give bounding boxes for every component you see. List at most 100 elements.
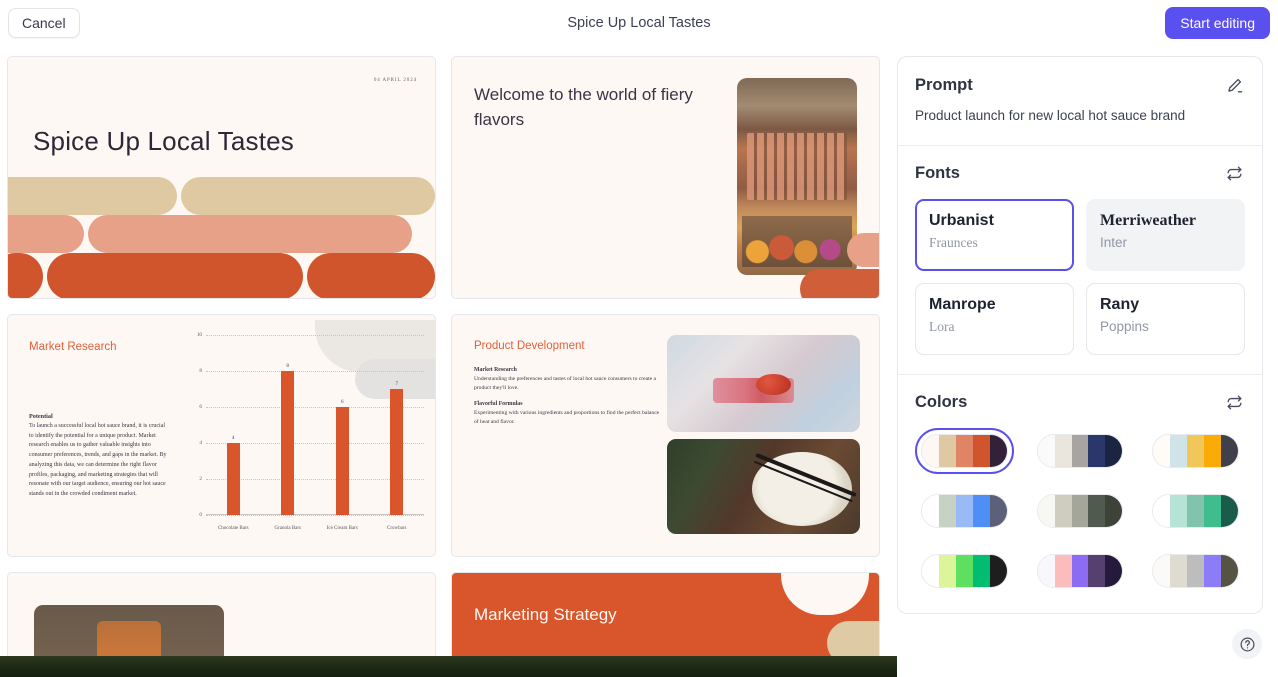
- chart-bar-column: 7: [370, 335, 425, 515]
- swatch: [1221, 494, 1238, 527]
- swatch: [1071, 554, 1089, 587]
- font-option-rany[interactable]: Rany Poppins: [1086, 282, 1245, 355]
- color-palette-option-2[interactable]: [1031, 428, 1130, 474]
- swatch: [972, 494, 990, 527]
- color-palette-grid[interactable]: [915, 427, 1245, 594]
- chart-bar: [390, 389, 404, 515]
- colors-section: Colors: [898, 375, 1262, 613]
- prompt-section: Prompt Product launch for new local hot …: [898, 57, 1262, 146]
- slide-thumbnail-product-development[interactable]: Product Development Market Research Unde…: [451, 314, 880, 557]
- color-palette-option-9[interactable]: [1146, 548, 1245, 594]
- settings-panel: Prompt Product launch for new local hot …: [897, 56, 1263, 614]
- y-axis-tick: 10: [196, 332, 202, 338]
- noodle-bowl-photo: [667, 439, 860, 534]
- color-palette-option-7[interactable]: [915, 548, 1014, 594]
- color-palette-option-4[interactable]: [915, 488, 1014, 534]
- help-icon[interactable]: [1232, 629, 1262, 659]
- decor-pill-terracotta: [800, 269, 879, 298]
- y-axis-tick: 4: [199, 440, 202, 446]
- font-secondary-name: Poppins: [1100, 318, 1149, 334]
- slide-thumbnail-welcome[interactable]: Welcome to the world of fiery flavors: [451, 56, 880, 299]
- palette-swatches: [1152, 553, 1239, 588]
- color-palette-option-3[interactable]: [1146, 428, 1245, 474]
- palette-swatches: [921, 493, 1008, 528]
- swatch: [1105, 494, 1123, 527]
- block-heading: Flavorful Formulas: [474, 401, 523, 407]
- font-option-manrope[interactable]: Manrope Lora: [915, 282, 1074, 355]
- font-option-urbanist[interactable]: Urbanist Fraunces: [915, 198, 1074, 271]
- swatch: [1153, 434, 1171, 467]
- block-text: Experimenting with various ingredients a…: [474, 410, 660, 425]
- slide-title: Spice Up Local Tastes: [33, 126, 294, 156]
- swatch: [1221, 554, 1238, 587]
- slide-thumbnail-title[interactable]: 04 APRIL 2024 Spice Up Local Tastes: [7, 56, 436, 299]
- font-secondary-name: Lora: [929, 318, 955, 334]
- x-axis-label: Chocolate Bars: [217, 526, 249, 531]
- y-axis-tick: 0: [199, 512, 202, 518]
- bar-value-label: 7: [395, 381, 399, 387]
- swatch: [1088, 494, 1106, 527]
- cancel-button[interactable]: Cancel: [8, 7, 80, 38]
- font-primary-name: Manrope: [929, 295, 996, 313]
- font-option-merriweather[interactable]: Merriweather Inter: [1086, 198, 1245, 271]
- font-secondary-name: Fraunces: [929, 234, 978, 250]
- kitchen-prep-photo: [667, 335, 860, 432]
- slide-thumbnail-market-research[interactable]: Market Research Potential To launch a su…: [7, 314, 436, 557]
- swatch: [989, 434, 1007, 467]
- fonts-title: Fonts: [915, 164, 960, 183]
- bar-value-label: 8: [286, 363, 290, 369]
- block-text: Understanding the preferences and tastes…: [474, 376, 657, 391]
- palette-swatches: [1036, 493, 1124, 528]
- font-options-grid[interactable]: Urbanist Fraunces Merriweather Inter Manrope…: [915, 198, 1245, 355]
- slide-subtitle: Potential: [29, 413, 53, 420]
- palette-swatches: [921, 553, 1008, 588]
- chart-bar: [335, 407, 349, 515]
- chart-bars: 4 8 6 7: [206, 335, 424, 515]
- colors-title: Colors: [915, 393, 968, 412]
- swatch: [955, 494, 973, 527]
- swatch: [1204, 434, 1222, 467]
- main-body: 04 APRIL 2024 Spice Up Local Tastes Welc…: [0, 45, 1278, 677]
- slide-body: Potential To launch a successful local h…: [29, 413, 169, 500]
- refresh-icon[interactable]: [1223, 392, 1245, 414]
- color-palette-option-8[interactable]: [1031, 548, 1130, 594]
- color-palette-option-1[interactable]: [915, 427, 1014, 474]
- y-axis-tick: 8: [199, 368, 202, 374]
- swatch: [955, 434, 973, 467]
- app-root: Cancel Spice Up Local Tastes Start editi…: [0, 0, 1278, 677]
- palette-swatches: [1152, 433, 1239, 468]
- swatch: [1170, 494, 1188, 527]
- swatch: [989, 554, 1007, 587]
- chart-bar-column: 6: [315, 335, 370, 515]
- swatch: [972, 434, 990, 467]
- swatch: [1153, 494, 1171, 527]
- slide-paragraph: To launch a successful local hot sauce b…: [29, 423, 167, 498]
- palette-swatches: [1036, 433, 1124, 468]
- color-palette-option-6[interactable]: [1146, 488, 1245, 534]
- gridline: [206, 515, 424, 516]
- bar-value-label: 4: [231, 435, 235, 441]
- slide-deck[interactable]: 04 APRIL 2024 Spice Up Local Tastes Welc…: [0, 45, 897, 677]
- swatch: [922, 434, 939, 467]
- y-axis-tick: 2: [199, 476, 202, 482]
- x-axis-label: Ice Cream Bars: [326, 526, 358, 531]
- swatch: [1054, 494, 1072, 527]
- refresh-icon[interactable]: [1223, 163, 1245, 185]
- font-secondary-name: Inter: [1100, 234, 1128, 250]
- decor-pill-salmon: [847, 233, 879, 267]
- swatch: [1170, 434, 1188, 467]
- bar-chart: 0 2 4 6 8 10 4 8 6 7 Chocolate Bars Granola Bars I…: [184, 332, 424, 540]
- swatch: [1187, 494, 1205, 527]
- swatch: [938, 434, 956, 467]
- start-editing-button[interactable]: Start editing: [1165, 6, 1270, 39]
- slide-title: Marketing Strategy: [474, 605, 617, 624]
- prompt-text: Product launch for new local hot sauce b…: [915, 108, 1186, 123]
- block-heading: Market Research: [474, 367, 517, 373]
- swatch: [1204, 554, 1222, 587]
- palette-swatches: [1036, 553, 1124, 588]
- fonts-header: Fonts: [915, 163, 1245, 185]
- swatch: [1054, 434, 1072, 467]
- palette-swatches: [921, 433, 1008, 468]
- color-palette-option-5[interactable]: [1031, 488, 1130, 534]
- pencil-icon[interactable]: [1223, 74, 1245, 96]
